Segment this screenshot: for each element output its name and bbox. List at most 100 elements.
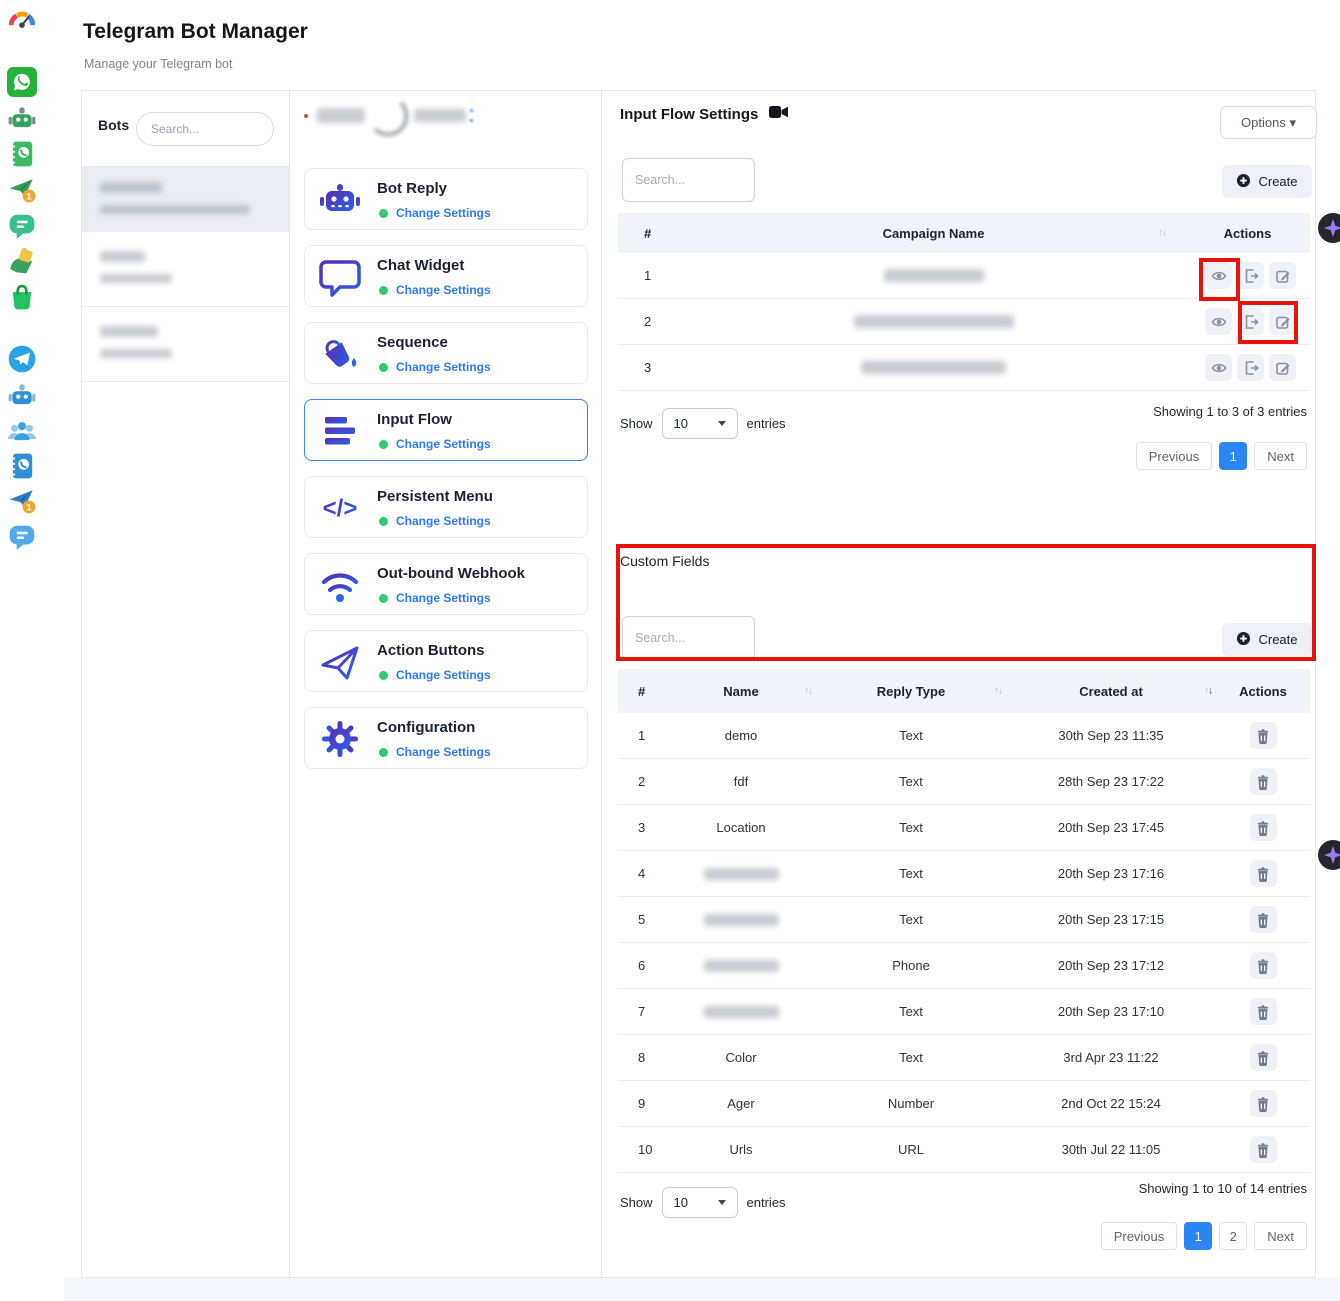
col-created-at[interactable]: Created at	[1006, 684, 1216, 699]
field-reply-type: Text	[816, 866, 1006, 881]
edit-button[interactable]	[1269, 262, 1296, 289]
change-settings-link[interactable]: Change Settings	[396, 745, 491, 759]
row-number: 6	[618, 958, 666, 973]
audience-group-icon[interactable]	[7, 416, 37, 446]
chat-blue-icon[interactable]	[7, 522, 37, 552]
flow-page-size-control: Show 10 entries	[620, 408, 786, 439]
field-reply-type: Text	[816, 1004, 1006, 1019]
settings-card-input-flow[interactable]: Input Flow Change Settings	[304, 399, 588, 461]
sort-icon[interactable]: ↑↓	[804, 686, 812, 697]
field-created-at: 3rd Apr 23 11:22	[1006, 1050, 1216, 1065]
bot-list-item[interactable]	[82, 307, 289, 382]
field-created-at: 20th Sep 23 17:45	[1006, 820, 1216, 835]
bot-green-icon[interactable]	[7, 103, 37, 133]
col-reply-type[interactable]: Reply Type	[816, 684, 1006, 699]
flow-search-input[interactable]	[622, 158, 755, 202]
redacted-bot-name	[100, 182, 162, 193]
row-number: 4	[618, 866, 666, 881]
input-flow-table-header: # Campaign Name Actions ↑↓	[618, 213, 1310, 253]
previous-page-button[interactable]: Previous	[1136, 442, 1213, 470]
export-button[interactable]	[1237, 262, 1264, 289]
settings-card-action-buttons[interactable]: Action Buttons Change Settings	[304, 630, 588, 692]
page-button-1[interactable]: 1	[1219, 442, 1247, 470]
col-name[interactable]: Name	[666, 684, 816, 699]
broadcast-green-icon[interactable]: 1	[7, 175, 37, 205]
custom-fields-table-body: 1 demo Text 30th Sep 23 11:35 2 fdf Text…	[618, 713, 1310, 1173]
ai-sparkle-button[interactable]	[1318, 840, 1340, 870]
next-page-button[interactable]: Next	[1254, 1222, 1307, 1250]
view-button[interactable]	[1205, 354, 1232, 381]
field-name: Ager	[666, 1096, 816, 1111]
fields-search-input[interactable]	[622, 616, 755, 660]
integrations-puzzle-icon[interactable]	[7, 246, 37, 276]
chevron-down-icon	[718, 1200, 726, 1205]
flow-page-size-select[interactable]: 10	[662, 408, 738, 439]
delete-button[interactable]	[1250, 860, 1277, 887]
options-label: Options	[1241, 115, 1286, 130]
flow-create-button[interactable]: Create	[1222, 165, 1312, 198]
view-button[interactable]	[1205, 262, 1232, 289]
contacts-phone-blue-icon[interactable]	[7, 451, 37, 481]
chat-bubble-icon	[318, 255, 362, 299]
sort-icon[interactable]: ↑↓	[1158, 228, 1166, 239]
card-title: Sequence	[377, 334, 448, 351]
previous-page-button[interactable]: Previous	[1101, 1222, 1178, 1250]
delete-button[interactable]	[1250, 814, 1277, 841]
table-row: 7 Text 20th Sep 23 17:10	[618, 989, 1310, 1035]
table-row: 6 Phone 20th Sep 23 17:12	[618, 943, 1310, 989]
edit-button[interactable]	[1269, 354, 1296, 381]
telegram-icon[interactable]	[7, 344, 37, 374]
change-settings-link[interactable]: Change Settings	[396, 283, 491, 297]
sort-icon-active[interactable]: ↑↓	[1204, 686, 1212, 697]
bot-list-item[interactable]	[82, 232, 289, 307]
fields-page-size-select[interactable]: 10	[662, 1187, 738, 1218]
flow-pagination: Previous1Next	[1136, 442, 1307, 470]
settings-card-persistent-menu[interactable]: </> Persistent Menu Change Settings	[304, 476, 588, 538]
delete-button[interactable]	[1250, 952, 1277, 979]
delete-button[interactable]	[1250, 1090, 1277, 1117]
video-camera-icon	[769, 105, 789, 123]
gear-icon	[318, 717, 362, 761]
bots-list	[82, 167, 289, 382]
delete-button[interactable]	[1250, 1136, 1277, 1163]
view-button[interactable]	[1205, 308, 1232, 335]
dashboard-gauge-icon[interactable]	[7, 8, 37, 38]
whatsapp-icon[interactable]	[7, 67, 37, 97]
contacts-phone-green-icon[interactable]	[7, 139, 37, 169]
change-settings-link[interactable]: Change Settings	[396, 591, 491, 605]
edit-button[interactable]	[1269, 308, 1296, 335]
bot-list-item[interactable]	[82, 167, 289, 232]
delete-button[interactable]	[1250, 1044, 1277, 1071]
next-page-button[interactable]: Next	[1254, 442, 1307, 470]
delete-button[interactable]	[1250, 768, 1277, 795]
settings-card-chat-widget[interactable]: Chat Widget Change Settings	[304, 245, 588, 307]
shop-bag-icon[interactable]	[7, 282, 37, 312]
card-title: Bot Reply	[377, 180, 447, 197]
settings-card-sequence[interactable]: Sequence Change Settings	[304, 322, 588, 384]
export-button[interactable]	[1237, 354, 1264, 381]
col-campaign-name[interactable]: Campaign Name	[682, 226, 1185, 241]
page-button-2[interactable]: 2	[1219, 1222, 1247, 1250]
change-settings-link[interactable]: Change Settings	[396, 668, 491, 682]
change-settings-link[interactable]: Change Settings	[396, 437, 491, 451]
fields-create-button[interactable]: Create	[1222, 623, 1312, 656]
change-settings-link[interactable]: Change Settings	[396, 360, 491, 374]
ai-sparkle-button[interactable]	[1318, 213, 1340, 243]
chat-green-icon[interactable]	[7, 211, 37, 241]
delete-button[interactable]	[1250, 998, 1277, 1025]
settings-card-bot-reply[interactable]: Bot Reply Change Settings	[304, 168, 588, 230]
broadcast-blue-icon[interactable]: 1	[7, 486, 37, 516]
settings-card-out-bound-webhook[interactable]: Out-bound Webhook Change Settings	[304, 553, 588, 615]
change-settings-link[interactable]: Change Settings	[396, 514, 491, 528]
change-settings-link[interactable]: Change Settings	[396, 206, 491, 220]
settings-card-configuration[interactable]: Configuration Change Settings	[304, 707, 588, 769]
bots-search-input[interactable]	[136, 112, 274, 146]
export-button[interactable]	[1237, 308, 1264, 335]
sort-icon[interactable]: ↑↓	[994, 686, 1002, 697]
delete-button[interactable]	[1250, 906, 1277, 933]
page-button-1[interactable]: 1	[1184, 1222, 1212, 1250]
delete-button[interactable]	[1250, 722, 1277, 749]
flow-section-title: Input Flow Settings	[620, 105, 789, 123]
options-button[interactable]: Options ▾	[1220, 106, 1317, 139]
bot-blue-icon[interactable]	[7, 380, 37, 410]
